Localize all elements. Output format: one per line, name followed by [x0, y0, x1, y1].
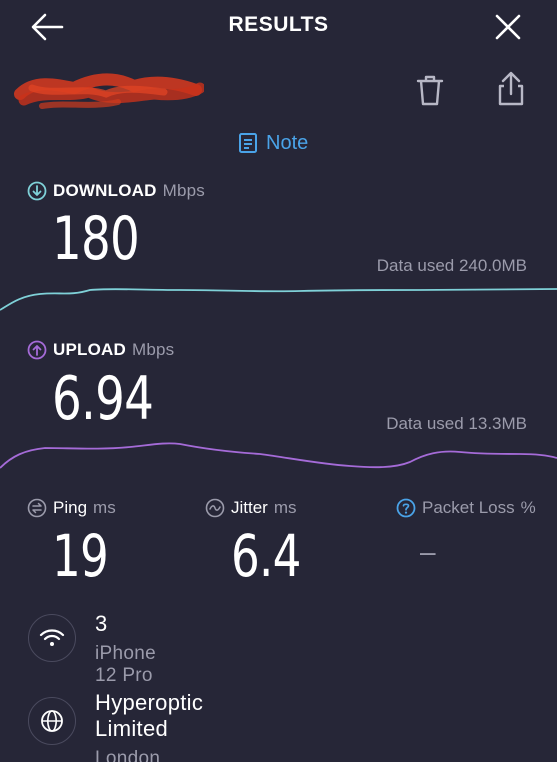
- packet-loss-title: Packet Loss: [422, 498, 515, 517]
- upload-value: 6.94: [52, 364, 154, 434]
- page-title: RESULTS: [228, 13, 329, 36]
- download-unit: Mbps: [162, 181, 205, 200]
- upload-arrow-icon: [27, 340, 47, 360]
- upload-label: UPLOAD Mbps: [27, 340, 174, 360]
- delete-button[interactable]: [413, 72, 447, 108]
- packet-loss-label[interactable]: Packet Loss %: [396, 498, 536, 518]
- ping-value: 19: [52, 522, 109, 590]
- upload-unit: Mbps: [131, 340, 175, 359]
- globe-icon: [41, 710, 63, 732]
- jitter-value: 6.4: [231, 522, 301, 590]
- jitter-icon: [205, 498, 225, 518]
- provider-row: Hyperoptic Limited London: [28, 690, 203, 762]
- download-label: DOWNLOAD Mbps: [27, 181, 205, 201]
- note-label: Note: [266, 131, 309, 154]
- question-icon: [396, 498, 416, 518]
- ping-unit: ms: [93, 498, 116, 517]
- globe-icon-badge: [28, 697, 76, 745]
- network-name: 3: [95, 611, 108, 636]
- share-button[interactable]: [494, 70, 528, 108]
- device-name: iPhone 12 Pro: [95, 643, 156, 686]
- provider-name: Hyperoptic Limited: [95, 690, 204, 741]
- download-graph: [0, 288, 557, 311]
- wifi-icon: [39, 629, 65, 646]
- download-value: 180: [52, 204, 140, 274]
- redacted-name: [14, 73, 204, 109]
- jitter-title: Jitter: [231, 498, 268, 517]
- results-screen: RESULTS Note DOWNLOAD Mbps 180 Data used…: [0, 0, 557, 762]
- ping-icon: [27, 498, 47, 518]
- upload-graph: [0, 442, 557, 469]
- download-graph-line: [0, 288, 557, 311]
- share-icon: [498, 71, 524, 106]
- ping-title: Ping: [53, 498, 88, 517]
- close-icon: [495, 14, 521, 40]
- trash-icon: [416, 75, 444, 106]
- close-button[interactable]: [491, 10, 525, 44]
- upload-data-used: Data used 13.3MB: [386, 414, 527, 433]
- header: RESULTS: [0, 0, 557, 56]
- connection-row: 3 iPhone 12 Pro: [28, 611, 156, 686]
- packet-loss-unit: %: [520, 498, 536, 517]
- provider-location: London: [95, 748, 161, 762]
- wifi-icon-badge: [28, 614, 76, 662]
- jitter-unit: ms: [273, 498, 297, 517]
- note-icon: [239, 133, 257, 153]
- note-button[interactable]: Note: [238, 129, 308, 157]
- download-title: DOWNLOAD: [53, 181, 157, 200]
- ping-label: Ping ms: [27, 498, 116, 518]
- upload-title: UPLOAD: [53, 340, 126, 359]
- download-arrow-icon: [27, 181, 47, 201]
- upload-graph-line: [0, 442, 557, 469]
- jitter-label: Jitter ms: [205, 498, 297, 518]
- packet-loss-value: –: [420, 536, 436, 567]
- download-data-used: Data used 240.0MB: [376, 256, 527, 275]
